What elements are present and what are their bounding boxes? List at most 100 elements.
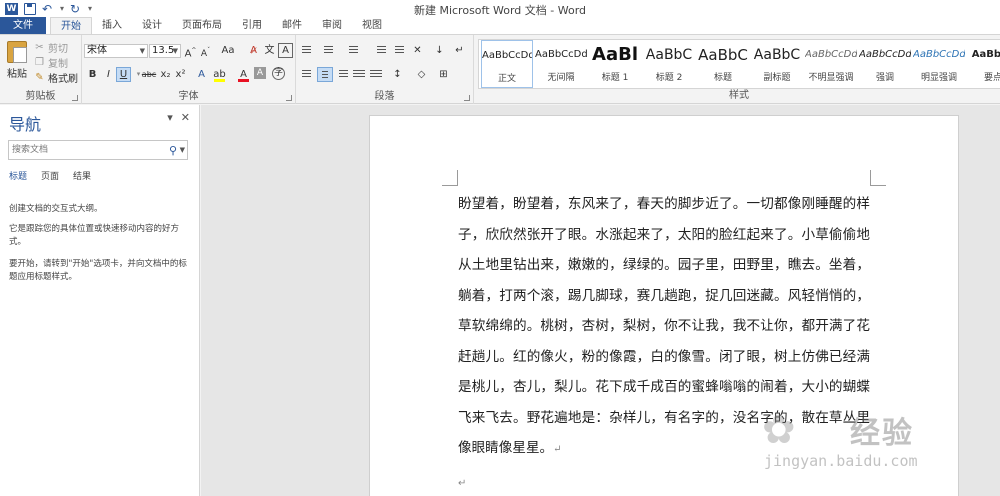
style-item[interactable]: AaBbCcDd 正文: [481, 40, 533, 88]
nav-tab-2[interactable]: 结果: [73, 169, 91, 182]
grow-font-button[interactable]: A^: [183, 43, 198, 59]
superscript-button[interactable]: x²: [173, 67, 188, 82]
nav-options-icon[interactable]: ▾: [167, 111, 173, 124]
subscript-button[interactable]: x₂: [158, 67, 173, 82]
paragraph-launcher-icon[interactable]: [464, 95, 470, 101]
chinese-layout-icon[interactable]: ✕: [410, 43, 425, 58]
style-item[interactable]: AaBbCcDd 不明显强调: [805, 40, 857, 88]
font-name-combo[interactable]: 宋体 ▼: [84, 44, 148, 58]
justify-icon[interactable]: [351, 67, 367, 82]
cut-button[interactable]: ✂ 剪切: [34, 40, 68, 55]
nav-tab-0[interactable]: 标题: [9, 169, 27, 182]
borders-icon[interactable]: ⊞: [436, 67, 451, 82]
style-item[interactable]: AaBbCcDd 明显强调: [913, 40, 965, 88]
style-sample: AaBbCcDd: [913, 49, 965, 60]
sort-icon[interactable]: ↓: [432, 43, 447, 58]
strikethrough-button[interactable]: abc: [140, 67, 158, 82]
enclose-characters-icon[interactable]: 字: [272, 67, 285, 80]
phonetic-guide-icon[interactable]: 文: [262, 43, 277, 58]
style-item[interactable]: AaBl 标题 1: [589, 40, 641, 88]
italic-label: I: [107, 69, 110, 80]
decrease-indent-icon[interactable]: [372, 43, 388, 58]
distributed-icon[interactable]: [368, 67, 384, 82]
scissors-icon: ✂: [35, 42, 44, 53]
quick-access-toolbar: W ↶ ▾ ↻ ▾: [0, 0, 92, 17]
font-color-button[interactable]: A: [236, 67, 251, 82]
lines-glyph: [349, 46, 358, 55]
tab-7[interactable]: 审阅: [312, 17, 352, 34]
document-body[interactable]: 盼望着，盼望着，东风来了，春天的脚步近了。一切都像刚睡醒的样子，欣欣然张开了眼。…: [458, 189, 870, 466]
paste-button[interactable]: 粘贴: [4, 39, 30, 85]
bold-button[interactable]: B: [85, 67, 100, 82]
tab-5[interactable]: 引用: [232, 17, 272, 34]
multilevel-list-icon[interactable]: [344, 43, 360, 58]
word-logo-icon[interactable]: W: [5, 2, 18, 15]
numbering-icon[interactable]: [322, 43, 338, 58]
style-item[interactable]: AaBbCcDd 强调: [859, 40, 911, 88]
increase-indent-icon[interactable]: [390, 43, 406, 58]
cut-label: 剪切: [48, 44, 68, 55]
document-page[interactable]: 盼望着，盼望着，东风来了，春天的脚步近了。一切都像刚睡醒的样子，欣欣然张开了眼。…: [369, 115, 959, 496]
highlight-button[interactable]: ab: [212, 67, 227, 82]
text-effects-icon[interactable]: A: [194, 67, 209, 82]
tab-2[interactable]: 插入: [92, 17, 132, 34]
bullets-icon[interactable]: [300, 43, 316, 58]
character-border-icon[interactable]: A: [278, 43, 293, 58]
tab-8[interactable]: 视图: [352, 17, 392, 34]
search-dropdown-icon[interactable]: ▼: [180, 141, 185, 159]
save-icon[interactable]: [24, 2, 36, 15]
navigation-pane: 导航 ▾ ✕ 搜索文档 ⚲ ▼ 标题 页面 结果 创建文档的交互式大纲。 它是跟踪您…: [0, 105, 200, 496]
nav-search-input[interactable]: 搜索文档 ⚲ ▼: [8, 140, 188, 160]
lines-glyph: [370, 70, 382, 79]
lines-glyph: [324, 46, 333, 55]
font-launcher-icon[interactable]: [286, 95, 292, 101]
style-item[interactable]: AaBbCc 要点: [967, 40, 1000, 88]
underline-label: U: [119, 69, 128, 80]
style-item[interactable]: AaBbC 副标题: [751, 40, 803, 88]
character-shading-icon[interactable]: A: [254, 67, 266, 79]
line-spacing-icon[interactable]: ↕: [390, 67, 405, 82]
italic-button[interactable]: I: [101, 67, 116, 82]
show-formatting-marks-icon[interactable]: ↵: [452, 43, 467, 58]
clear-formatting-icon[interactable]: A̷: [246, 43, 261, 58]
shrink-font-button[interactable]: Aˇ: [198, 43, 213, 59]
shading-icon[interactable]: ◇: [414, 67, 429, 82]
ribbon-tabs: 文件 开始 插入 设计 页面布局 引用 邮件 审阅 视图: [0, 17, 1000, 34]
clipboard-launcher-icon[interactable]: [72, 95, 78, 101]
tab-6[interactable]: 邮件: [272, 17, 312, 34]
font-size-combo[interactable]: 13.5 ▼: [149, 44, 181, 58]
customize-toolbar-icon[interactable]: ▾: [88, 4, 92, 13]
undo-dropdown-icon[interactable]: ▾: [60, 4, 64, 13]
subscript-label: x₂: [160, 69, 171, 80]
underline-button[interactable]: U: [116, 67, 131, 82]
font-group: 宋体 ▼ 13.5 ▼ A^ Aˇ Aa A̷ 文 A B I U ▾ abc …: [82, 35, 296, 104]
copy-button[interactable]: ❐ 复制: [34, 55, 68, 70]
undo-icon[interactable]: ↶: [42, 3, 54, 15]
close-icon[interactable]: ✕: [181, 111, 190, 124]
tab-1[interactable]: 开始: [50, 17, 92, 34]
tab-0[interactable]: 文件: [0, 17, 46, 34]
style-item[interactable]: AaBbC 标题: [697, 40, 749, 88]
clipboard-icon: [7, 41, 27, 63]
copy-icon: ❐: [35, 57, 44, 68]
nav-pane-controls: ▾ ✕: [167, 111, 190, 124]
style-name: 明显强调: [920, 73, 957, 83]
change-case-button[interactable]: Aa: [218, 43, 238, 58]
search-icon[interactable]: ⚲: [169, 142, 177, 160]
nav-hint-3: 要开始，请转到"开始"选项卡，并向文档中的标题应用标题样式。: [9, 259, 187, 282]
style-item[interactable]: AaBbC 标题 2: [643, 40, 695, 88]
style-item[interactable]: AaBbCcDd 无间隔: [535, 40, 587, 88]
tab-4[interactable]: 页面布局: [172, 17, 232, 34]
align-left-icon[interactable]: [300, 67, 316, 82]
align-right-icon[interactable]: [334, 67, 350, 82]
tab-3[interactable]: 设计: [132, 17, 172, 34]
chevron-down-icon: ▼: [139, 47, 145, 55]
style-sample: AaBbCc: [971, 49, 1000, 60]
style-name: 正文: [497, 74, 516, 84]
redo-icon[interactable]: ↻: [70, 3, 82, 15]
format-painter-button[interactable]: ✎ 格式刷: [34, 70, 78, 85]
nav-tab-1[interactable]: 页面: [41, 169, 59, 182]
style-name: 不明显强调: [808, 73, 854, 83]
styles-gallery: AaBbCcDd 正文 AaBbCcDd 无间隔 AaBl 标题 1 AaBbC 标题 2 Aa…: [478, 39, 1000, 89]
align-center-icon[interactable]: [317, 67, 333, 82]
